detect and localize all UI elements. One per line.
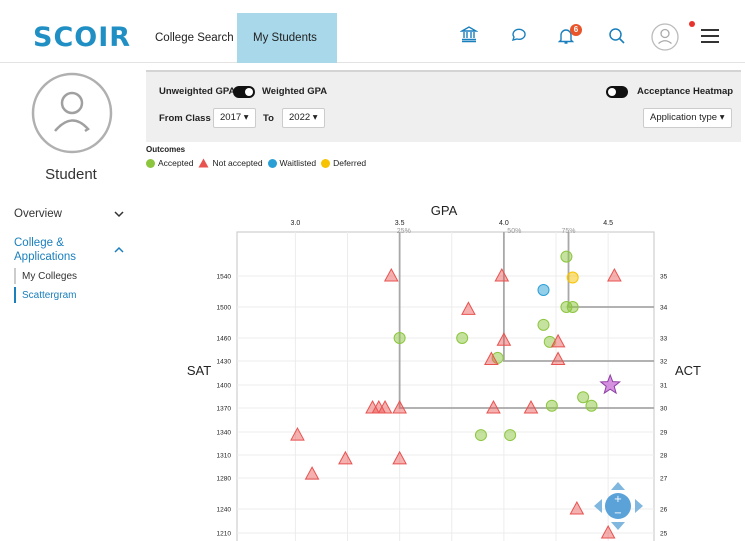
act-tick-label: 27 (660, 476, 668, 483)
sat-tick-label: 1500 (217, 305, 232, 312)
data-point-not-accepted[interactable] (569, 500, 585, 515)
plot-border (236, 231, 655, 541)
data-point-not-accepted[interactable] (304, 466, 320, 480)
data-point-not-accepted[interactable] (550, 351, 566, 365)
sat-tick-label: 1240 (217, 507, 232, 514)
data-point-not-accepted[interactable] (392, 399, 407, 414)
data-point-not-accepted[interactable] (494, 267, 510, 282)
sat-tick-label: 1540 (217, 274, 232, 281)
sat-tick-label: 1210 (217, 531, 232, 538)
chart-title: GPA (431, 203, 458, 218)
data-point-accepted[interactable] (545, 399, 558, 412)
sat-tick-label: 1280 (217, 476, 232, 483)
sat-tick-label: 1310 (217, 453, 232, 460)
act-tick-label: 33 (660, 336, 668, 343)
data-point-accepted[interactable] (504, 429, 517, 442)
pan-left-icon[interactable] (594, 499, 602, 513)
act-tick-label: 28 (660, 453, 668, 460)
zoom-in-icon[interactable]: + (614, 494, 622, 505)
act-tick-label: 31 (660, 383, 668, 390)
percentile-boundary (502, 232, 654, 362)
gpa-tick-label: 3.0 (291, 220, 301, 227)
data-point-not-accepted[interactable] (338, 450, 353, 465)
data-point-accepted[interactable] (560, 250, 573, 263)
act-tick-label: 35 (660, 274, 668, 281)
gpa-tick-label: 4.0 (499, 220, 509, 227)
data-point-not-accepted[interactable] (461, 301, 476, 315)
data-point-accepted[interactable] (585, 399, 598, 412)
percentile-boundary (567, 232, 654, 308)
data-point-not-accepted[interactable] (607, 267, 622, 282)
zoom-out-icon[interactable]: − (614, 508, 622, 519)
act-tick-label: 26 (660, 507, 668, 514)
sat-tick-label: 1370 (217, 406, 232, 413)
percentile-label: 50% (507, 228, 521, 235)
act-tick-label: 34 (660, 305, 668, 312)
data-point-not-accepted[interactable] (600, 524, 616, 539)
data-point-not-accepted[interactable] (392, 450, 407, 465)
percentile-label: 75% (562, 228, 576, 235)
data-point-accepted[interactable] (456, 332, 469, 344)
pan-zoom-control[interactable]: + − (594, 482, 643, 530)
data-point-not-accepted[interactable] (290, 427, 305, 441)
data-point-accepted[interactable] (566, 301, 579, 313)
scattergram-chart: 3.0 3.5 4.0 4.5 25% 50% 75% 1540 1500 1460 1430 140… (187, 203, 701, 541)
pan-down-icon[interactable] (611, 522, 625, 530)
sat-tick-label: 1340 (217, 430, 232, 437)
data-point-not-accepted[interactable] (486, 399, 501, 414)
pan-up-icon[interactable] (611, 482, 625, 490)
data-point-not-accepted[interactable] (383, 267, 399, 282)
data-point-accepted[interactable] (393, 332, 406, 344)
data-point-accepted[interactable] (577, 391, 590, 404)
data-point-accepted[interactable] (474, 429, 487, 442)
y-right-axis-label: ACT (675, 363, 701, 378)
sat-tick-label: 1460 (217, 336, 232, 343)
gpa-tick-label: 4.5 (603, 220, 613, 227)
act-tick-label: 29 (660, 430, 668, 437)
sat-tick-label: 1400 (217, 383, 232, 390)
act-tick-label: 30 (660, 406, 668, 413)
y-left-axis-label: SAT (187, 363, 211, 378)
sat-tick-label: 1430 (217, 359, 232, 366)
act-tick-label: 32 (660, 359, 668, 366)
gpa-tick-label: 3.5 (395, 220, 405, 227)
act-tick-label: 25 (660, 531, 668, 538)
data-point-accepted[interactable] (537, 318, 550, 331)
data-point-waitlisted[interactable] (537, 283, 550, 296)
percentile-label: 25% (397, 228, 411, 235)
data-point-not-accepted[interactable] (496, 332, 512, 346)
data-point-not-accepted[interactable] (523, 399, 539, 414)
pan-right-icon[interactable] (635, 499, 643, 513)
data-point-deferred[interactable] (566, 271, 579, 284)
student-star-marker[interactable] (599, 373, 622, 395)
